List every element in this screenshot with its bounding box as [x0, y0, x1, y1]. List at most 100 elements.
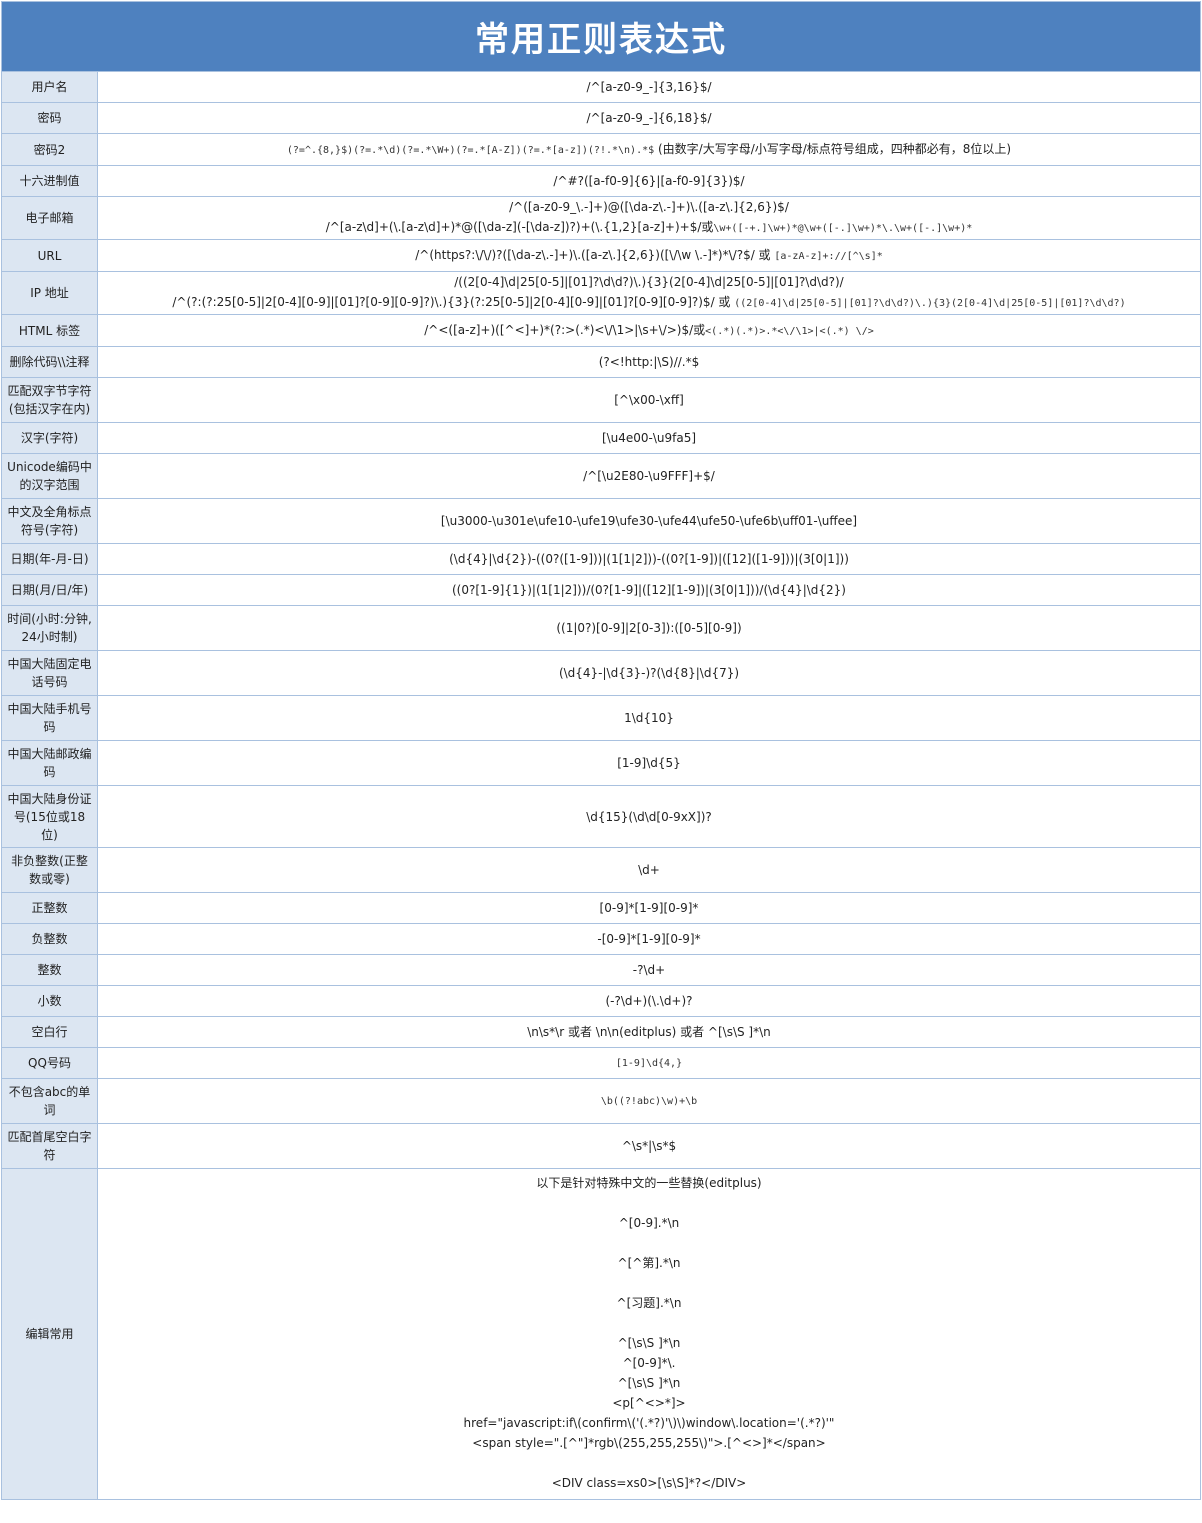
edit-line: <p[^<>*]> [612, 1396, 686, 1410]
row-label: 十六进制值 [2, 166, 98, 196]
regex-mono: ((2[0-4]\d|25[0-5]|[01]?\d\d?)\.){3}(2[0… [734, 298, 1126, 309]
row-label: Unicode编码中的汉字范围 [2, 454, 98, 498]
regex-text: /^[\u2E80-\u9FFF]+$/ [583, 469, 715, 483]
row-label: 时间(小时:分钟, 24小时制) [2, 606, 98, 650]
table-row: 电子邮箱 /^([a-z0-9_\.-]+)@([\da-z\.-]+)\.([a… [2, 197, 1200, 240]
value-line: 1\d{10} [624, 708, 674, 728]
table-row: HTML 标签 /^<([a-z]+)([^<]+)*(?:>(.*)<\/\1>… [2, 315, 1200, 347]
row-value: (\d{4}-|\d{3}-)?(\d{8}|\d{7}) [98, 651, 1200, 695]
table-row-edit: 编辑常用 以下是针对特殊中文的一些替换(editplus) ^[0-9].*\n ^[… [2, 1169, 1200, 1499]
row-label: 日期(月/日/年) [2, 575, 98, 605]
regex-text: /((2[0-4]\d|25[0-5]|[01]?\d\d?)\.){3}(2[… [454, 275, 844, 289]
row-label: 用户名 [2, 72, 98, 102]
regex-mono: (?=^.{8,}$)(?=.*\d)(?=.*\W+)(?=.*[A-Z])(… [286, 144, 655, 156]
row-label: IP 地址 [2, 272, 98, 314]
edit-line: ^[^第].*\n [617, 1256, 681, 1270]
row-value: 1\d{10} [98, 696, 1200, 740]
row-value: [^\x00-\xff] [98, 378, 1200, 422]
table-row: 中国大陆手机号码 1\d{10} [2, 696, 1200, 741]
row-label: 密码 [2, 103, 98, 133]
table-row: 中国大陆身份证号(15位或18位) \d{15}(\d\d[0-9xX])? [2, 786, 1200, 848]
table-row: URL /^(https?:\/\/)?([\da-z\.-]+)\.([a-z\… [2, 240, 1200, 272]
row-value: [1-9]\d{4,} [98, 1048, 1200, 1078]
table-row: 正整数 [0-9]*[1-9][0-9]* [2, 893, 1200, 924]
row-value: ((0?[1-9]{1})|(1[1|2]))/(0?[1-9]|([12][1… [98, 575, 1200, 605]
regex-text: /^(?:(?:25[0-5]|2[0-4][0-9]|[01]?[0-9][0… [172, 295, 735, 309]
row-value: /^[\u2E80-\u9FFF]+$/ [98, 454, 1200, 498]
edit-line: ^[0-9].*\n [618, 1216, 680, 1230]
row-value: /^(https?:\/\/)?([\da-z\.-]+)\.([a-z\.]{… [98, 240, 1200, 271]
value-line: /^[\u2E80-\u9FFF]+$/ [583, 466, 715, 486]
value-line: /^<([a-z]+)([^<]+)*(?:>(.*)<\/\1>|\s+\/>… [424, 320, 873, 342]
value-line: /^([a-z0-9_\.-]+)@([\da-z\.-]+)\.([a-z\.… [509, 197, 789, 217]
row-value: \d{15}(\d\d[0-9xX])? [98, 786, 1200, 847]
value-line: (\d{4}-|\d{3}-)?(\d{8}|\d{7}) [559, 663, 739, 683]
row-value: ((1|0?)[0-9]|2[0-3]):([0-5][0-9]) [98, 606, 1200, 650]
value-line: (?<!http:|\S)//.*$ [599, 352, 700, 372]
value-line: ((1|0?)[0-9]|2[0-3]):([0-5][0-9]) [556, 618, 741, 638]
row-value: (-?\d+)(\.\d+)? [98, 986, 1200, 1016]
row-label: 中国大陆固定电话号码 [2, 651, 98, 695]
regex-table: 常用正则表达式 用户名 /^[a-z0-9_-]{3,16}$/ 密码 /^[a-z0… [1, 1, 1201, 1500]
page-title: 常用正则表达式 [2, 2, 1200, 72]
regex-mono: <(.*)(.*)>.*<\/\1>|<(.*) \/> [705, 325, 874, 337]
row-label: 日期(年-月-日) [2, 544, 98, 574]
edit-line: ^[0-9]*\. [622, 1356, 676, 1370]
regex-mono: [1-9]\d{4,} [615, 1058, 683, 1069]
row-label: 中国大陆身份证号(15位或18位) [2, 786, 98, 847]
regex-mono: [a-zA-z]+://[^\s]* [774, 250, 883, 262]
value-line: \n\s*\r 或者 \n\n(editplus) 或者 ^[\s\S ]*\n [527, 1022, 771, 1042]
table-row: 日期(月/日/年) ((0?[1-9]{1})|(1[1|2]))/(0?[1-9… [2, 575, 1200, 606]
regex-text: /^<([a-z]+)([^<]+)*(?:>(.*)<\/\1>|\s+\/>… [424, 322, 706, 337]
table-row: 汉字(字符) [\u4e00-\u9fa5] [2, 423, 1200, 454]
regex-text: 1\d{10} [624, 711, 674, 725]
value-line: [0-9]*[1-9][0-9]* [600, 898, 699, 918]
value-line: -?\d+ [633, 960, 665, 980]
table-row: 密码 /^[a-z0-9_-]{6,18}$/ [2, 103, 1200, 134]
value-line: (?=^.{8,}$)(?=.*\d)(?=.*\W+)(?=.*[A-Z])(… [287, 139, 1011, 161]
table-row: 用户名 /^[a-z0-9_-]{3,16}$/ [2, 72, 1200, 103]
edit-values: 以下是针对特殊中文的一些替换(editplus) ^[0-9].*\n ^[^第].… [98, 1169, 1200, 1499]
value-line: ((0?[1-9]{1})|(1[1|2]))/(0?[1-9]|([12][1… [452, 580, 846, 600]
regex-text: [1-9]\d{5} [617, 756, 681, 770]
table-row: 中国大陆邮政编码 [1-9]\d{5} [2, 741, 1200, 786]
row-value: [0-9]*[1-9][0-9]* [98, 893, 1200, 923]
value-line: /^[a-z\d]+(\.[a-z\d]+)*@([\da-z](-[\da-z… [326, 217, 973, 239]
row-label: 空白行 [2, 1017, 98, 1047]
value-line: (\d{4}|\d{2})-((0?([1-9]))|(1[1|2]))-((0… [449, 549, 849, 569]
row-value: -[0-9]*[1-9][0-9]* [98, 924, 1200, 954]
regex-text: -?\d+ [632, 963, 666, 977]
row-label: QQ号码 [2, 1048, 98, 1078]
regex-text: [\u3000-\u301e\ufe10-\ufe19\ufe30-\ufe44… [440, 514, 858, 528]
regex-text: \d+ [638, 863, 660, 877]
table-row: 匹配首尾空白字符 ^\s*|\s*$ [2, 1124, 1200, 1169]
edit-line: href="javascript:if\(confirm\('(.*?)'\)\… [463, 1416, 835, 1430]
regex-text: (\d{4}|\d{2})-((0?([1-9]))|(1[1|2]))-((0… [449, 552, 849, 566]
row-value: \b((?!abc)\w)+\b [98, 1079, 1200, 1123]
table-row: 空白行 \n\s*\r 或者 \n\n(editplus) 或者 ^[\s\S ]… [2, 1017, 1200, 1048]
regex-text: /^[a-z\d]+(\.[a-z\d]+)*@([\da-z](-[\da-z… [325, 220, 714, 234]
regex-text: /^([a-z0-9_\.-]+)@([\da-z\.-]+)\.([a-z\.… [509, 200, 789, 214]
row-label: 匹配首尾空白字符 [2, 1124, 98, 1168]
regex-text: /^[a-z0-9_-]{6,18}$/ [586, 111, 712, 125]
value-line: \d{15}(\d\d[0-9xX])? [586, 807, 712, 827]
regex-text: [\u4e00-\u9fa5] [601, 431, 697, 445]
row-label: 匹配双字节字符(包括汉字在内) [2, 378, 98, 422]
row-value: /((2[0-4]\d|25[0-5]|[01]?\d\d?)\.){3}(2[… [98, 272, 1200, 314]
value-line: /^(?:(?:25[0-5]|2[0-4][0-9]|[01]?[0-9][0… [172, 292, 1125, 314]
row-value: /^([a-z0-9_\.-]+)@([\da-z\.-]+)\.([a-z\.… [98, 197, 1200, 239]
edit-line: <span style=".[^"]*rgb\(255,255,255\)">.… [472, 1436, 826, 1450]
row-label: 密码2 [2, 134, 98, 165]
row-value: /^<([a-z]+)([^<]+)*(?:>(.*)<\/\1>|\s+\/>… [98, 315, 1200, 346]
row-value: (\d{4}|\d{2})-((0?([1-9]))|(1[1|2]))-((0… [98, 544, 1200, 574]
row-label: 非负整数(正整数或零) [2, 848, 98, 892]
row-label: 正整数 [2, 893, 98, 923]
table-row: 时间(小时:分钟, 24小时制) ((1|0?)[0-9]|2[0-3]):([0… [2, 606, 1200, 651]
row-value: /^[a-z0-9_-]{6,18}$/ [98, 103, 1200, 133]
value-line: [1-9]\d{4,} [616, 1052, 682, 1074]
value-line: [^\x00-\xff] [614, 390, 684, 410]
regex-mono: \w+([-+.]\w+)*@\w+([-.]\w+)*\.\w+([-.]\w… [713, 223, 973, 234]
row-value: (?=^.{8,}$)(?=.*\d)(?=.*\W+)(?=.*[A-Z])(… [98, 134, 1200, 165]
table-row: QQ号码 [1-9]\d{4,} [2, 1048, 1200, 1079]
row-label: 中国大陆邮政编码 [2, 741, 98, 785]
